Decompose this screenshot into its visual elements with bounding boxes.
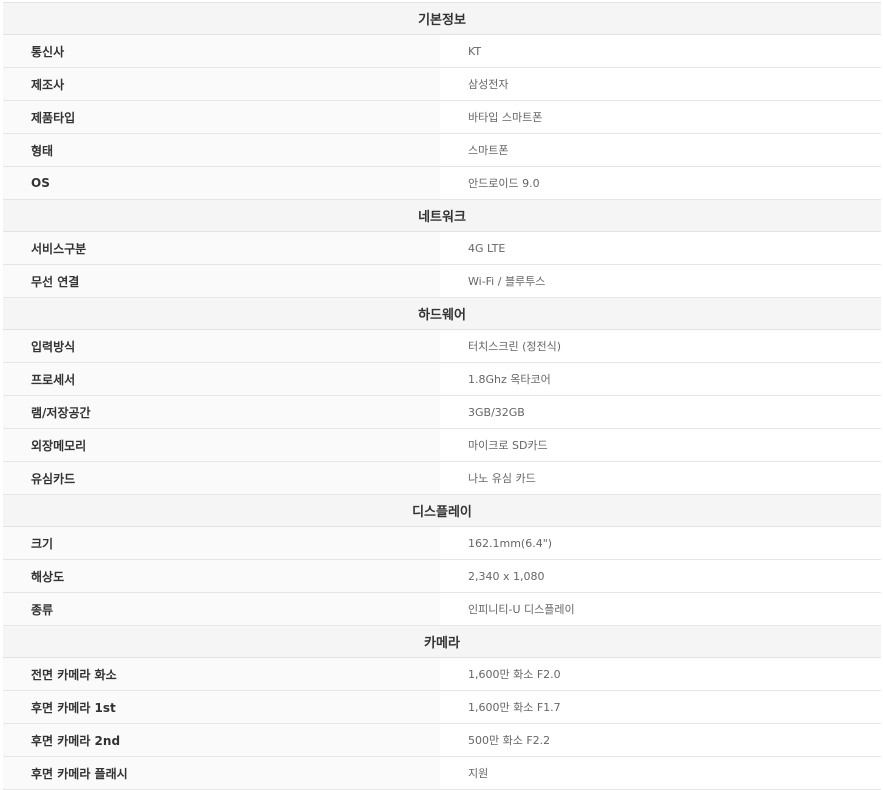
spec-row: 후면 카메라 1st 1,600만 화소 F1.7 [3,691,881,724]
spec-value: 4G LTE [440,232,881,264]
spec-value: 1,600만 화소 F1.7 [440,691,881,723]
spec-row: 서비스구분 4G LTE [3,232,881,265]
spec-value: Wi-Fi / 블루투스 [440,265,881,297]
spec-value: 1,600만 화소 F2.0 [440,658,881,690]
spec-value: 500만 화소 F2.2 [440,724,881,756]
spec-label: 후면 카메라 1st [3,691,440,723]
spec-value: 3GB/32GB [440,396,881,428]
spec-value: 162.1mm(6.4") [440,527,881,559]
spec-row: 크기 162.1mm(6.4") [3,527,881,560]
spec-value: 스마트폰 [440,134,881,166]
section-header: 디스플레이 [3,495,881,527]
spec-value: 1.8Ghz 옥타코어 [440,363,881,395]
spec-value: 삼성전자 [440,68,881,100]
spec-row: 해상도 2,340 x 1,080 [3,560,881,593]
section-header: 기본정보 [3,3,881,35]
spec-value: 마이크로 SD카드 [440,429,881,461]
spec-label: 입력방식 [3,330,440,362]
spec-label: OS [3,167,440,199]
spec-label: 후면 카메라 플래시 [3,757,440,789]
spec-label: 서비스구분 [3,232,440,264]
spec-value: 인피니티-U 디스플레이 [440,593,881,625]
spec-row: 형태 스마트폰 [3,134,881,167]
spec-label: 제품타입 [3,101,440,133]
spec-row: 종류 인피니티-U 디스플레이 [3,593,881,626]
spec-row: 제품타입 바타입 스마트폰 [3,101,881,134]
spec-value: KT [440,35,881,67]
spec-label: 통신사 [3,35,440,67]
spec-row: 제조사 삼성전자 [3,68,881,101]
spec-row: 전면 카메라 화소 1,600만 화소 F2.0 [3,658,881,691]
section-header: 네트워크 [3,200,881,232]
spec-label: 램/저장공간 [3,396,440,428]
spec-label: 외장메모리 [3,429,440,461]
spec-label: 후면 카메라 2nd [3,724,440,756]
spec-row: 후면 카메라 2nd 500만 화소 F2.2 [3,724,881,757]
spec-label: 해상도 [3,560,440,592]
spec-row: 유심카드 나노 유심 카드 [3,462,881,495]
spec-row: OS 안드로이드 9.0 [3,167,881,200]
spec-value: 지원 [440,757,881,789]
spec-value: 2,340 x 1,080 [440,560,881,592]
spec-value: 안드로이드 9.0 [440,167,881,199]
spec-row: 외장메모리 마이크로 SD카드 [3,429,881,462]
spec-value: 바타입 스마트폰 [440,101,881,133]
spec-row: 프로세서 1.8Ghz 옥타코어 [3,363,881,396]
spec-row: 후면 카메라 플래시 지원 [3,757,881,790]
spec-label: 종류 [3,593,440,625]
spec-label: 크기 [3,527,440,559]
section-header: 하드웨어 [3,298,881,330]
spec-label: 전면 카메라 화소 [3,658,440,690]
spec-row: 입력방식 터치스크린 (정전식) [3,330,881,363]
spec-table: 기본정보 통신사 KT 제조사 삼성전자 제품타입 바타입 스마트폰 형태 스마트폰 OS 안드로이… [3,2,881,790]
spec-value: 나노 유심 카드 [440,462,881,494]
spec-label: 형태 [3,134,440,166]
spec-label: 제조사 [3,68,440,100]
spec-label: 유심카드 [3,462,440,494]
spec-row: 통신사 KT [3,35,881,68]
spec-value: 터치스크린 (정전식) [440,330,881,362]
spec-label: 무선 연결 [3,265,440,297]
spec-row: 램/저장공간 3GB/32GB [3,396,881,429]
spec-row: 무선 연결 Wi-Fi / 블루투스 [3,265,881,298]
section-header: 카메라 [3,626,881,658]
spec-label: 프로세서 [3,363,440,395]
